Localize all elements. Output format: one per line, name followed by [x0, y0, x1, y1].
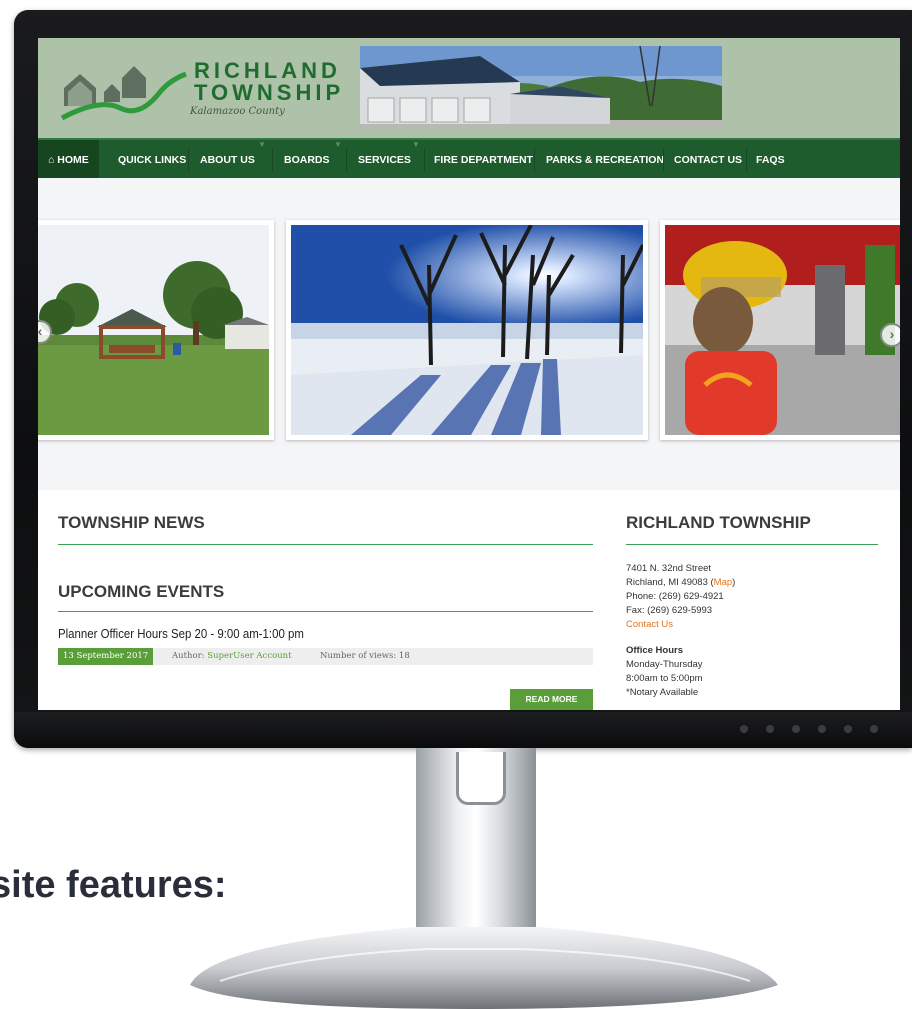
nav-item-faqs[interactable]: FAQS [756, 140, 785, 180]
nav-item-services[interactable]: SERVICES [358, 140, 411, 180]
nav-item-contact-us[interactable]: CONTACT US [674, 140, 742, 180]
event-view-count: Number of views: 18 [320, 651, 410, 661]
carousel-slide-child-firefighter-helmet-photo[interactable] [660, 220, 900, 440]
address-line-2: Richland, MI 49083 (Map) [626, 577, 736, 588]
logo-title-line-2: TOWNSHIP [194, 80, 345, 105]
divider [626, 544, 878, 545]
read-more-button[interactable]: READ MORE [510, 689, 593, 710]
address-line-1: 7401 N. 32nd Street [626, 563, 712, 574]
fire-station-header-photo [360, 46, 722, 130]
chevron-right-icon: › [889, 326, 895, 342]
divider [58, 611, 593, 612]
phone-number: Phone: (269) 629-4921 [626, 591, 724, 602]
carousel-next-button[interactable]: › [880, 323, 900, 347]
nav-item-quick-links[interactable]: QUICK LINKS [118, 140, 186, 180]
barn-logo-icon [60, 66, 187, 121]
nav-item-about-us[interactable]: ABOUT US [200, 140, 255, 180]
event-meta-bar: 13 September 2017 Author: SuperUser Acco… [58, 648, 593, 665]
monitor-button [740, 725, 748, 733]
site-logo[interactable]: RICHLAND TOWNSHIP Kalamazoo County [60, 54, 360, 134]
caption-text: site features: [0, 864, 227, 906]
monitor-stand-base [190, 927, 778, 1009]
monitor-button [844, 725, 852, 733]
chevron-down-icon: ▼ [412, 140, 420, 149]
office-hours-title: Office Hours [626, 645, 684, 656]
monitor-buttons [740, 725, 878, 733]
nav-item-fire-department[interactable]: FIRE DEPARTMENT [434, 140, 533, 180]
nav-item-boards[interactable]: BOARDS [284, 140, 330, 180]
home-icon: ⌂ [48, 154, 58, 166]
website-screen: RICHLAND TOWNSHIP Kalamazoo County ⌂ HOM… [38, 38, 900, 710]
event-author: Author: SuperUser Account [172, 651, 292, 661]
office-hours-note: *Notary Available [626, 687, 699, 698]
fax-number: Fax: (269) 629-5993 [626, 605, 713, 616]
township-news-heading: TOWNSHIP NEWS [58, 513, 205, 532]
map-link[interactable]: Map [714, 577, 732, 588]
richland-township-heading: RICHLAND TOWNSHIP [626, 513, 811, 532]
chevron-left-icon: ‹ [38, 323, 43, 339]
upcoming-events-heading: UPCOMING EVENTS [58, 582, 225, 601]
monitor-button [766, 725, 774, 733]
contact-us-link[interactable]: Contact Us [626, 618, 735, 632]
carousel-slide-winter-lake-sunset-photo[interactable] [286, 220, 648, 440]
nav-item-parks-recreation[interactable]: PARKS & RECREATION [546, 140, 664, 180]
office-hours-time: 8:00am to 5:00pm [626, 673, 703, 684]
site-header: RICHLAND TOWNSHIP Kalamazoo County [38, 38, 900, 138]
monitor-button [792, 725, 800, 733]
office-hours-days: Monday-Thursday [626, 659, 703, 670]
nav-item-home[interactable]: ⌂ HOME [38, 140, 99, 180]
main-content: TOWNSHIP NEWS UPCOMING EVENTS Planner Of… [38, 490, 900, 710]
image-carousel: ‹ › [38, 178, 900, 490]
logo-county-subtitle: Kalamazoo County [190, 106, 285, 117]
divider [58, 544, 593, 545]
carousel-slide-park-pavilion-photo[interactable] [38, 220, 274, 440]
chevron-down-icon: ▼ [334, 140, 342, 149]
chevron-down-icon: ▼ [258, 140, 266, 149]
event-date-badge: 13 September 2017 [58, 648, 154, 665]
monitor-stand-cable-slot [456, 752, 506, 805]
event-title-link[interactable]: Planner Officer Hours Sep 20 - 9:00 am-1… [58, 626, 304, 641]
event-author-link[interactable]: SuperUser Account [207, 651, 291, 661]
power-button [870, 725, 878, 733]
contact-info: 7401 N. 32nd Street Richland, MI 49083 (… [626, 562, 735, 700]
monitor-button [818, 725, 826, 733]
main-navigation: ⌂ HOME QUICK LINKS ABOUT US ▼ BOARDS ▼ S… [38, 138, 900, 180]
